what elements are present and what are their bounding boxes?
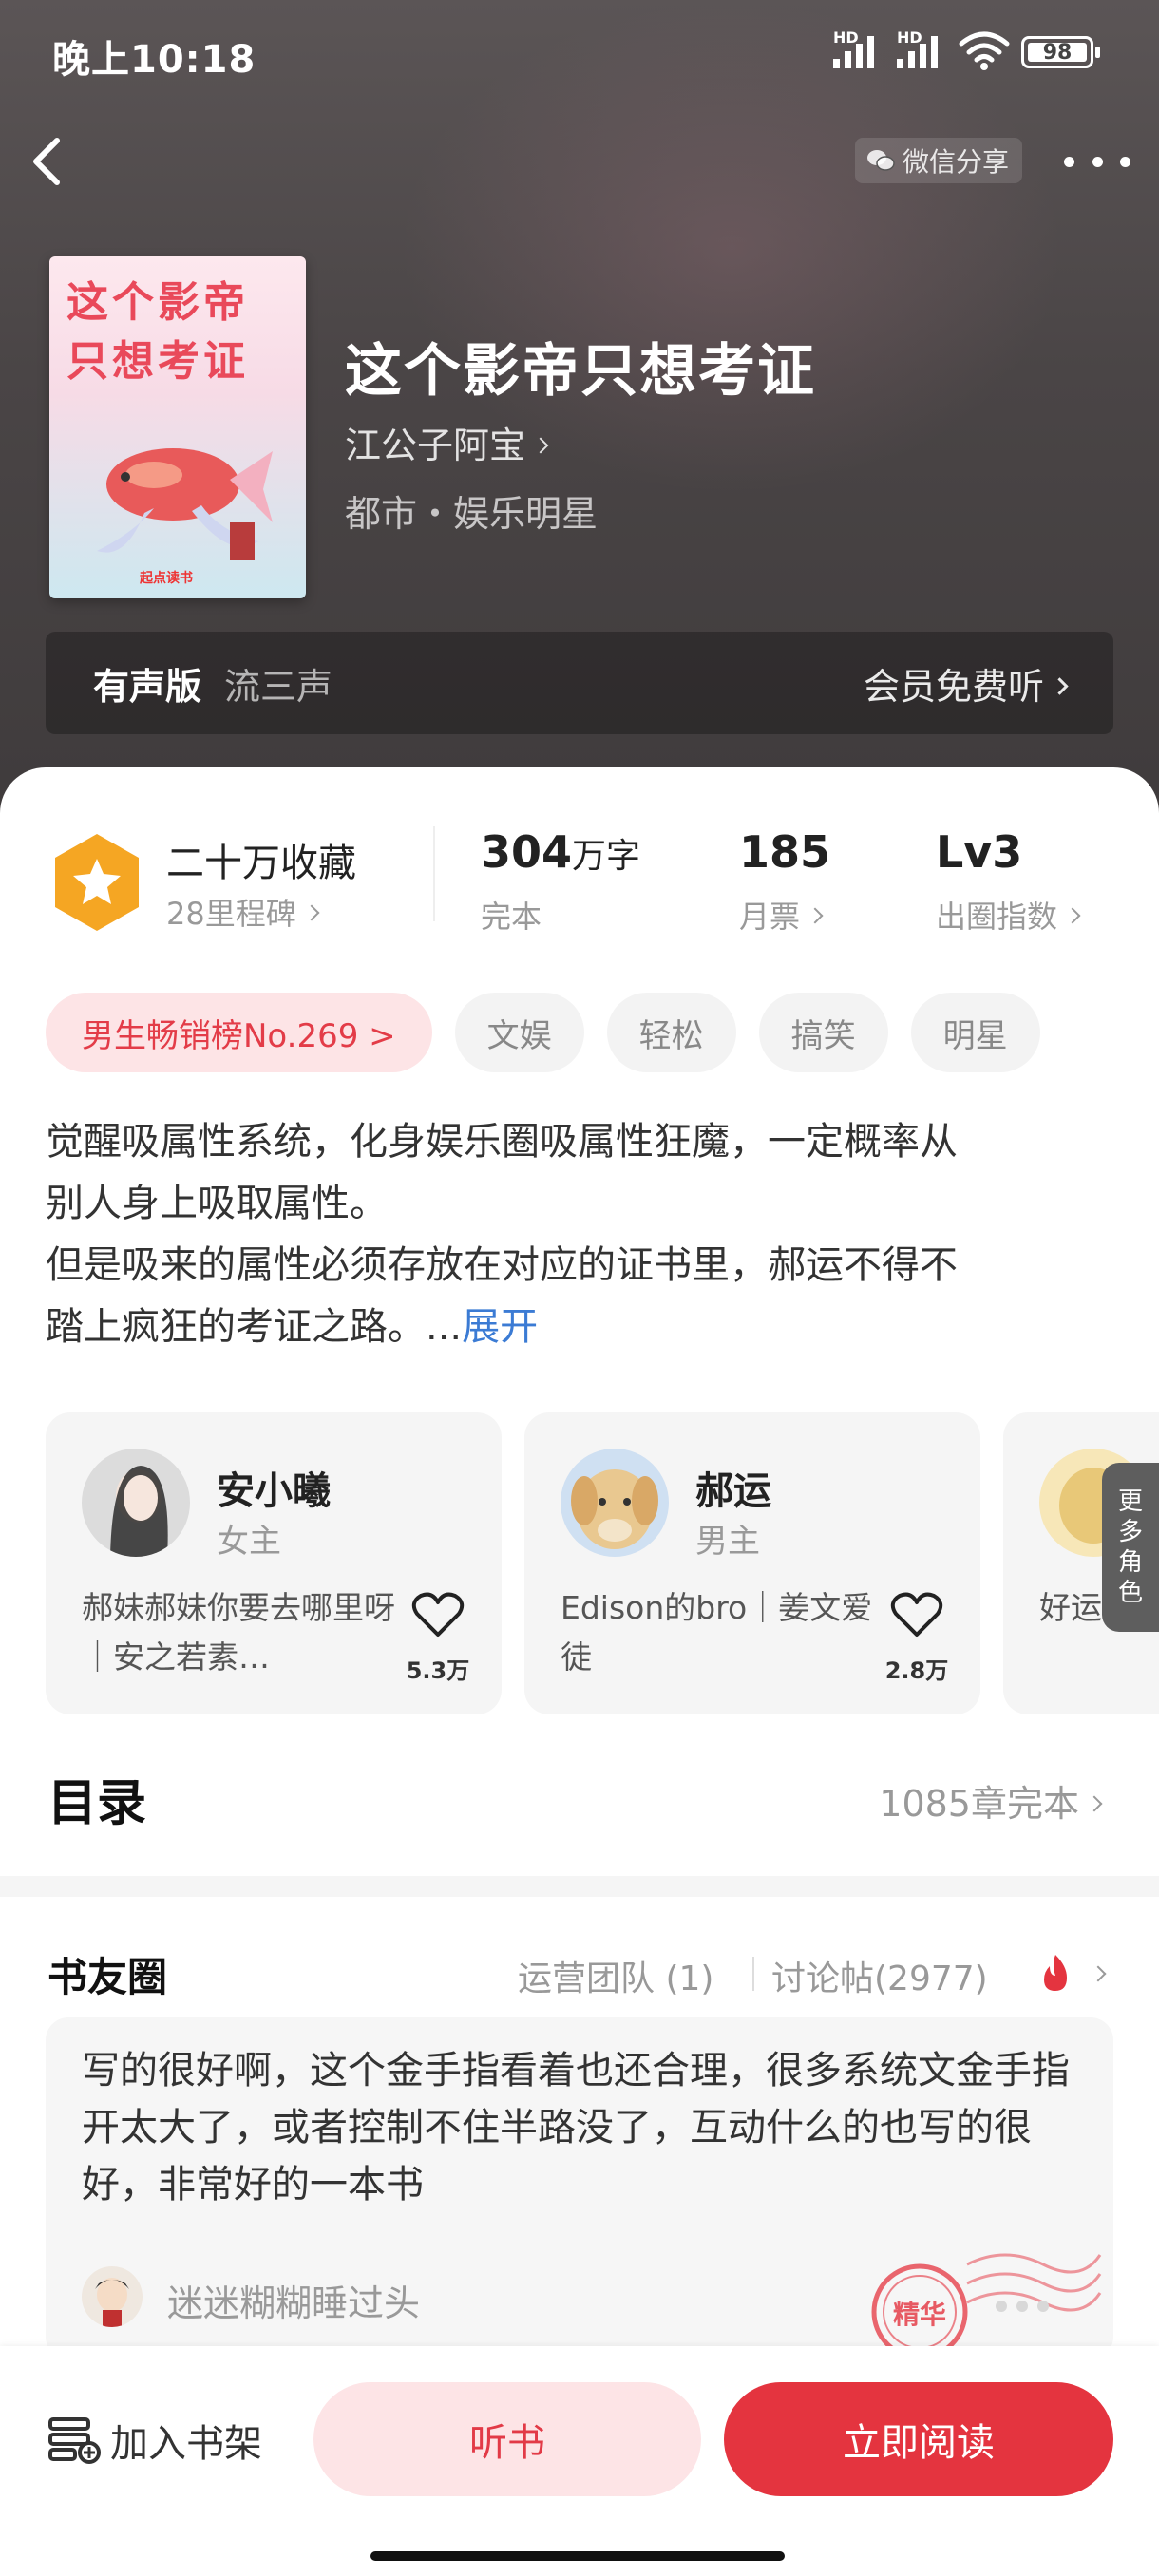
tag-item[interactable]: 文娱 xyxy=(454,993,584,1072)
wechat-share-button[interactable]: 微信分享 xyxy=(855,138,1023,183)
status-time: 晚上10:18 xyxy=(52,38,256,82)
more-characters-button[interactable]: 更多角色 xyxy=(1102,1463,1159,1632)
book-genre: 都市・娱乐明星 xyxy=(345,493,598,535)
wifi-icon xyxy=(959,31,1010,70)
signal-icon-2: HD xyxy=(897,28,938,68)
character-desc: 郝妹郝妹你要去哪里呀｜安之若素… xyxy=(82,1589,395,1676)
word-count: 304万字 xyxy=(481,826,641,878)
character-avatar xyxy=(82,1449,190,1557)
cover-title: 这个影帝 只想考证 xyxy=(66,278,249,386)
wechat-icon xyxy=(867,150,895,171)
rank-tag[interactable]: 男生畅销榜No.269 > xyxy=(46,993,432,1072)
user-avatar[interactable] xyxy=(82,2266,142,2327)
post-username: 迷迷糊糊睡过头 xyxy=(167,2282,421,2324)
character-role: 男主 xyxy=(695,1523,760,1561)
monthly-votes-link[interactable]: 月票 xyxy=(739,893,824,937)
reader-circle-header[interactable]: 书友圈 运营团队 (1) 讨论帖(2977) xyxy=(0,1938,1159,2014)
like-count: 5.3万 xyxy=(406,1657,470,1684)
share-label: 微信分享 xyxy=(902,146,1010,178)
battery-icon: 98 xyxy=(1021,36,1100,68)
character-desc: Edison的bro｜姜文爱徒 xyxy=(560,1589,873,1676)
koi-fish-illustration xyxy=(97,448,273,560)
character-name: 安小曦 xyxy=(217,1469,331,1513)
status-bar: 晚上10:18 HD HD 98 xyxy=(0,0,1159,104)
audio-narrator: 流三声 xyxy=(224,665,333,708)
character-card[interactable]: 郝运 男主 Edison的bro｜姜文爱徒 2.8万 xyxy=(524,1412,980,1714)
circle-title: 书友圈 xyxy=(48,1954,168,2000)
audiobook-bar[interactable]: 有声版 流三声 会员免费听 xyxy=(46,632,1113,734)
add-to-shelf-button[interactable]: 加入书架 xyxy=(48,2413,262,2468)
ops-team-link[interactable]: 运营团队 (1) xyxy=(518,1951,713,2000)
book-synopsis[interactable]: 觉醒吸属性系统，化身娱乐圈吸属性狂魔，一定概率从 别人身上吸取属性。 但是吸来的… xyxy=(46,1111,1119,1358)
popularity-index-link[interactable]: 出圈指数 xyxy=(936,893,1081,937)
monthly-votes-count: 185 xyxy=(739,826,831,878)
character-role: 女主 xyxy=(217,1523,281,1561)
stats-divider xyxy=(433,826,435,921)
like-count: 2.8万 xyxy=(884,1657,949,1684)
character-card[interactable]: 安小曦 女主 郝妹郝妹你要去哪里呀｜安之若素… 5.3万 xyxy=(46,1412,502,1714)
home-indicator[interactable] xyxy=(370,2551,785,2561)
completion-status: 完本 xyxy=(481,899,542,935)
book-cover[interactable]: 这个影帝 只想考证 起点读书 xyxy=(49,256,306,598)
tag-item[interactable]: 明星 xyxy=(910,993,1040,1072)
discussion-posts-link[interactable]: 讨论帖(2977) xyxy=(771,1951,988,2000)
bookshelf-add-icon xyxy=(48,2417,101,2464)
toc-summary: 1085章完本 xyxy=(879,1774,1103,1827)
character-name: 郝运 xyxy=(695,1469,771,1513)
post-more-icon[interactable] xyxy=(996,2301,1049,2312)
milestone-link[interactable]: 28里程碑 xyxy=(166,890,320,934)
heart-icon[interactable] xyxy=(411,1591,465,1638)
expand-link[interactable]: 展开 xyxy=(462,1305,538,1349)
tag-item[interactable]: 轻松 xyxy=(606,993,736,1072)
heart-icon[interactable] xyxy=(890,1591,943,1638)
character-avatar xyxy=(560,1449,669,1557)
character-list: 安小曦 女主 郝妹郝妹你要去哪里呀｜安之若素… 5.3万 郝运 男主 Ediso… xyxy=(46,1412,1159,1716)
svg-text:精华: 精华 xyxy=(893,2299,946,2330)
tag-list: 男生畅销榜No.269 > 文娱 轻松 搞笑 明星 xyxy=(46,993,1040,1072)
post-text: 写的很好啊，这个金手指看着也还合理，很多系统文金手指开太大了，或者控制不住半路没… xyxy=(82,2049,1070,2207)
signal-icon: HD xyxy=(833,28,874,68)
author-link[interactable]: 江公子阿宝 xyxy=(345,416,549,468)
collection-badge-icon xyxy=(55,834,139,931)
popularity-level: Lv3 xyxy=(936,826,1023,878)
featured-stamp-icon: 精华 xyxy=(871,2253,1102,2359)
book-title: 这个影帝只想考证 xyxy=(345,338,816,405)
more-options-icon[interactable] xyxy=(1064,142,1130,180)
table-of-contents-row[interactable]: 目录 1085章完本 xyxy=(0,1748,1159,1862)
audio-cta[interactable]: 会员免费听 xyxy=(864,657,1069,710)
flame-icon xyxy=(1044,1955,1067,1991)
tag-item[interactable]: 搞笑 xyxy=(758,993,888,1072)
featured-post[interactable]: 写的很好啊，这个金手指看着也还合理，很多系统文金手指开太大了，或者控制不住半路没… xyxy=(46,2017,1113,2359)
section-divider xyxy=(0,1876,1159,1897)
audio-label: 有声版 xyxy=(93,665,202,708)
listen-button[interactable]: 听书 xyxy=(314,2382,701,2496)
cover-publisher: 起点读书 xyxy=(140,571,193,586)
collect-count: 二十万收藏 xyxy=(166,842,356,885)
back-arrow-icon[interactable] xyxy=(28,133,66,190)
read-now-button[interactable]: 立即阅读 xyxy=(724,2382,1113,2496)
toc-title: 目录 xyxy=(48,1775,147,1832)
